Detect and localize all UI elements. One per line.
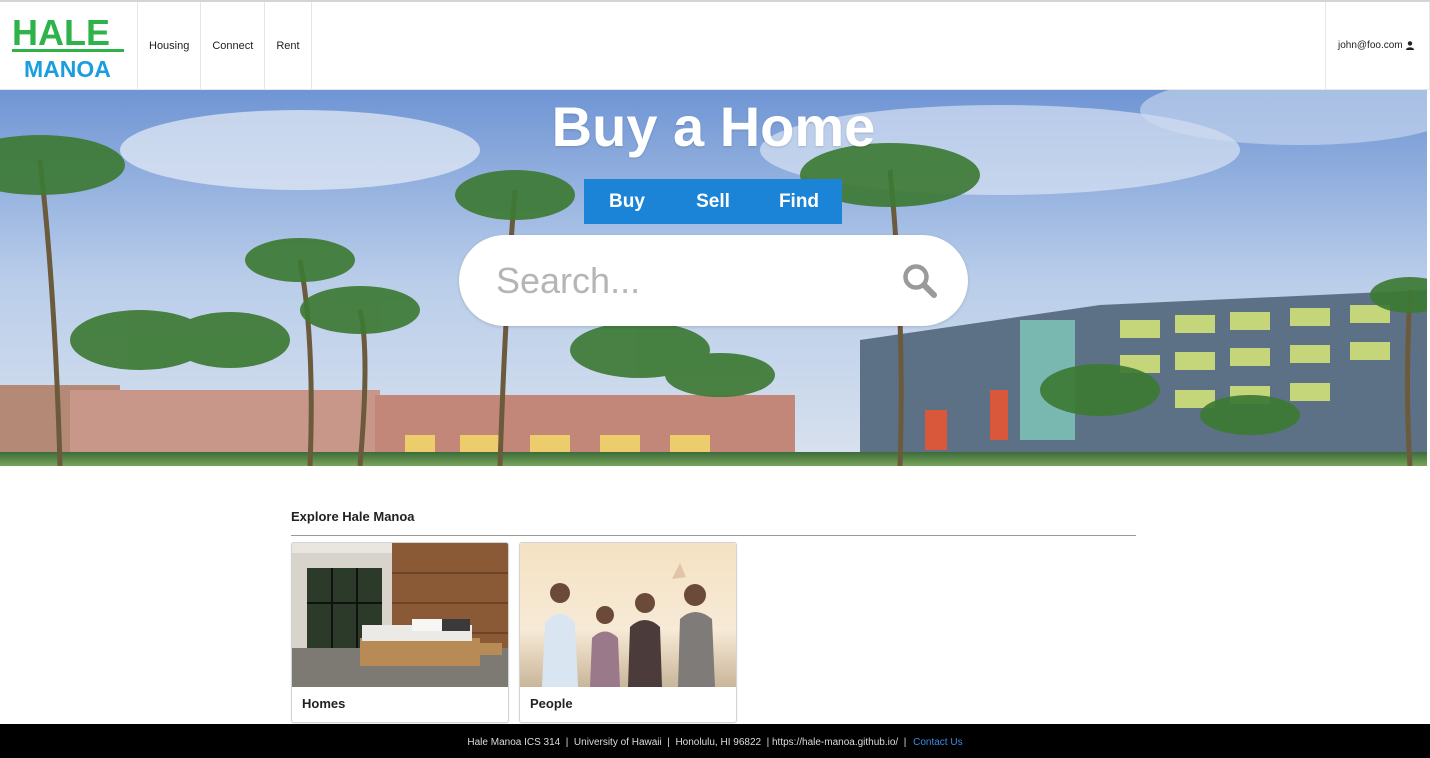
logo-text-top: HALE: [12, 12, 110, 53]
card-people[interactable]: People: [519, 542, 737, 723]
footer: Hale Manoa ICS 314 | University of Hawai…: [0, 724, 1430, 758]
search-icon[interactable]: [902, 263, 938, 299]
logo-link[interactable]: HALE MANOA: [0, 2, 138, 89]
people-image: [520, 543, 736, 687]
user-icon: [1405, 41, 1414, 50]
top-navbar: HALE MANOA Housing Connect Rent john@foo…: [0, 2, 1430, 90]
explore-cards: Homes People: [291, 542, 1136, 723]
nav-housing[interactable]: Housing: [138, 2, 202, 89]
nav-connect[interactable]: Connect: [201, 2, 266, 89]
tab-buy[interactable]: Buy: [584, 179, 670, 224]
user-email: john@foo.com: [1338, 40, 1403, 51]
search-input[interactable]: [496, 259, 876, 302]
hero-title: Buy a Home: [551, 95, 876, 158]
logo-text-bottom: MANOA: [24, 56, 111, 81]
hale-manoa-logo: HALE MANOA: [11, 12, 124, 81]
hero-banner: Buy a Home Buy Sell Find: [0, 90, 1427, 466]
nav-rent[interactable]: Rent: [265, 2, 312, 89]
user-menu[interactable]: john@foo.com: [1325, 2, 1430, 89]
tab-sell[interactable]: Sell: [670, 179, 756, 224]
explore-section: Explore Hale Manoa Homes People: [291, 509, 1136, 723]
search-bar: [459, 235, 968, 326]
homes-image: [292, 543, 508, 687]
tab-find[interactable]: Find: [756, 179, 842, 224]
explore-heading: Explore Hale Manoa: [291, 509, 1136, 536]
card-homes[interactable]: Homes: [291, 542, 509, 723]
card-homes-label: Homes: [302, 696, 346, 711]
page: HALE MANOA Housing Connect Rent john@foo…: [0, 0, 1430, 758]
action-tabs: Buy Sell Find: [584, 179, 842, 224]
card-people-label: People: [530, 696, 573, 711]
contact-us-link[interactable]: Contact Us: [913, 737, 962, 748]
footer-text: Hale Manoa ICS 314 | University of Hawai…: [467, 736, 910, 748]
